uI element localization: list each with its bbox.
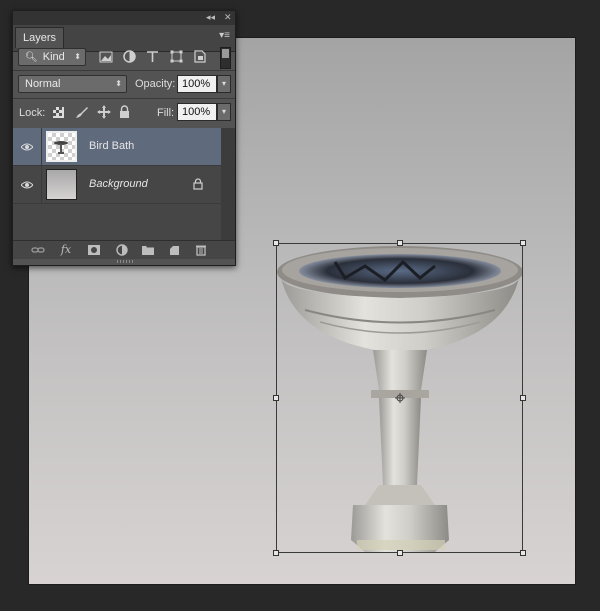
divider [13, 98, 235, 99]
transform-handle-bottom-right[interactable] [520, 550, 526, 556]
link-layers-icon[interactable] [31, 244, 45, 256]
blend-mode-select[interactable]: Normal ⬍ [18, 75, 127, 93]
transform-handle-middle-right[interactable] [520, 395, 526, 401]
fill-input[interactable]: 100% [177, 103, 217, 121]
collapse-panel-icon[interactable]: ◂◂ [206, 12, 215, 23]
layer-thumbnail-background[interactable] [46, 169, 77, 200]
tab-layers[interactable]: Layers [15, 27, 65, 48]
transform-handle-bottom-center[interactable] [397, 550, 403, 556]
layer-name[interactable]: Background [89, 178, 148, 190]
add-mask-icon[interactable] [87, 244, 101, 256]
layers-scrollbar[interactable] [221, 128, 235, 240]
layer-row-background[interactable]: Background [13, 166, 221, 204]
blend-mode-value: Normal [25, 78, 61, 90]
panel-menu-icon[interactable]: ▾≡ [219, 31, 230, 41]
new-group-icon[interactable] [141, 244, 155, 256]
trash-icon[interactable] [194, 244, 208, 256]
filter-kind-label: Kind [42, 51, 65, 63]
fill-label: Fill: [157, 107, 175, 119]
lock-image-icon[interactable] [75, 106, 88, 119]
filter-kind-select[interactable]: 🔍︎ Kind ⬍ [18, 48, 86, 66]
transform-handle-top-right[interactable] [520, 240, 526, 246]
panel-resize-grip[interactable] [117, 260, 133, 263]
chevron-updown-icon: ⬍ [74, 52, 81, 61]
shape-filter-icon[interactable] [170, 50, 183, 63]
transform-handle-middle-left[interactable] [273, 395, 279, 401]
lock-icon [193, 178, 203, 190]
layers-bottom-bar: fx [13, 240, 235, 259]
transform-handle-top-left[interactable] [273, 240, 279, 246]
chevron-updown-icon: ⬍ [115, 79, 122, 88]
lock-all-icon[interactable] [119, 105, 130, 119]
divider [41, 166, 42, 203]
divider [13, 70, 235, 71]
close-panel-icon[interactable]: ✕ [224, 12, 232, 23]
lock-label: Lock: [19, 107, 46, 119]
image-filter-icon[interactable] [99, 51, 113, 63]
new-layer-icon[interactable] [167, 244, 181, 256]
fx-icon[interactable]: fx [59, 244, 73, 256]
search-icon: 🔍︎ [25, 52, 38, 63]
fill-dropdown-icon[interactable]: ▾ [217, 103, 231, 121]
transform-handle-top-center[interactable] [397, 240, 403, 246]
eye-icon[interactable] [21, 179, 33, 191]
eye-icon[interactable] [21, 141, 33, 153]
adjustment-filter-icon[interactable] [123, 50, 136, 63]
type-filter-icon[interactable] [146, 50, 159, 63]
opacity-label: Opacity: [135, 78, 176, 90]
bird-bath-thumbnail-icon [54, 141, 68, 154]
adjustment-layer-icon[interactable] [115, 244, 129, 256]
filter-toggle[interactable] [220, 47, 231, 69]
layer-row-bird-bath[interactable]: Bird Bath [13, 128, 221, 166]
panel-titlebar[interactable]: ◂◂ ✕ [13, 11, 235, 25]
layer-name[interactable]: Bird Bath [89, 140, 134, 152]
layers-panel: ◂◂ ✕ Layers ▾≡ 🔍︎ Kind ⬍ Normal ⬍ Opacit… [12, 10, 236, 266]
lock-transparent-icon[interactable] [53, 107, 64, 118]
layer-thumbnail-bird-bath[interactable] [46, 131, 77, 162]
layers-list: Bird Bath Background [13, 128, 221, 240]
transform-reference-point[interactable] [395, 393, 405, 403]
smart-object-filter-icon[interactable] [194, 50, 206, 63]
divider [41, 128, 42, 165]
opacity-dropdown-icon[interactable]: ▾ [217, 75, 231, 93]
lock-position-icon[interactable] [97, 105, 111, 119]
transform-handle-bottom-left[interactable] [273, 550, 279, 556]
opacity-input[interactable]: 100% [177, 75, 217, 93]
